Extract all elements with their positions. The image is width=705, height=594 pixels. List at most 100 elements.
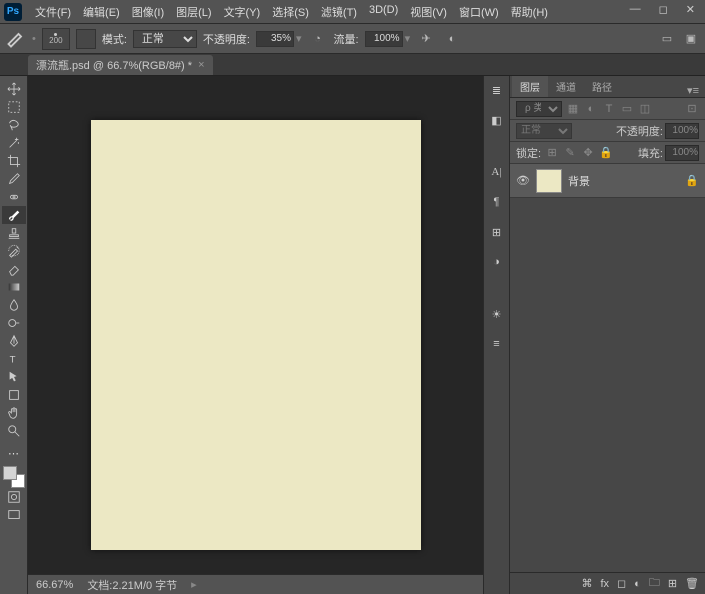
menu-edit[interactable]: 编辑(E) — [78, 2, 125, 22]
zoom-tool[interactable] — [2, 422, 26, 440]
tab-channels[interactable]: 通道 — [548, 76, 584, 97]
color-panel-icon[interactable]: ◑ — [487, 252, 507, 272]
hand-tool[interactable] — [2, 404, 26, 422]
canvas-area[interactable]: 66.67% 文档:2.21M/0 字节 ▸ — [28, 76, 483, 594]
visibility-icon[interactable]: 👁 — [516, 174, 530, 187]
layer-fx-icon[interactable]: fx — [600, 578, 609, 590]
fill-input[interactable] — [665, 145, 699, 161]
menu-image[interactable]: 图像(I) — [127, 2, 169, 22]
airbrush-icon[interactable]: ✈ — [416, 29, 436, 49]
document-tab[interactable]: 漂流瓶.psd @ 66.7%(RGB/8#) * × — [28, 55, 213, 75]
layer-blend-select[interactable]: 正常 — [516, 123, 572, 139]
blend-mode-select[interactable]: 正常 — [133, 30, 197, 48]
new-layer-icon[interactable]: ⊞ — [668, 577, 677, 590]
layer-name[interactable]: 背景 — [568, 173, 679, 189]
menu-help[interactable]: 帮助(H) — [506, 2, 553, 22]
layer-lock-row: 锁定: ⊞ ✎ ✥ 🔒 填充: — [510, 142, 705, 164]
maximize-button[interactable]: ◻ — [655, 3, 672, 16]
dodge-tool[interactable] — [2, 314, 26, 332]
brush-preset-picker[interactable]: 200 — [42, 28, 70, 50]
lock-transparent-icon[interactable]: ⊞ — [545, 146, 559, 160]
menu-view[interactable]: 视图(V) — [405, 2, 452, 22]
path-select-tool[interactable] — [2, 368, 26, 386]
filter-adjust-icon[interactable]: ◐ — [584, 102, 598, 116]
paragraph-panel-icon[interactable]: ¶ — [487, 192, 507, 212]
shape-tool[interactable] — [2, 386, 26, 404]
lasso-tool[interactable] — [2, 116, 26, 134]
blur-tool[interactable] — [2, 296, 26, 314]
panel-menu-icon[interactable]: ▾≡ — [681, 84, 705, 97]
history-brush-tool[interactable] — [2, 242, 26, 260]
eyedropper-tool[interactable] — [2, 170, 26, 188]
layer-mask-icon[interactable]: ◻ — [617, 577, 626, 590]
quickmask-tool[interactable] — [2, 488, 26, 506]
swatches-panel-icon[interactable]: ⊞ — [487, 222, 507, 242]
brush-panel-toggle[interactable] — [76, 29, 96, 49]
healing-tool[interactable] — [2, 188, 26, 206]
lock-pixels-icon[interactable]: ✎ — [563, 146, 577, 160]
lock-all-icon[interactable]: 🔒 — [599, 146, 613, 160]
document-canvas[interactable] — [91, 120, 421, 550]
filter-shape-icon[interactable]: ▭ — [620, 102, 634, 116]
minimize-button[interactable]: — — [626, 3, 645, 16]
menu-select[interactable]: 选择(S) — [267, 2, 314, 22]
app-logo: Ps — [4, 3, 22, 21]
filter-smart-icon[interactable]: ◫ — [638, 102, 652, 116]
screen-mode-tool[interactable] — [2, 506, 26, 524]
filter-type-select[interactable]: ρ 类型 — [516, 101, 562, 117]
tab-paths[interactable]: 路径 — [584, 76, 620, 97]
move-tool[interactable] — [2, 80, 26, 98]
zoom-level[interactable]: 66.67% — [36, 579, 73, 591]
lock-position-icon[interactable]: ✥ — [581, 146, 595, 160]
filter-toggle-icon[interactable]: ⊡ — [685, 102, 699, 116]
opacity-input[interactable] — [256, 31, 294, 47]
type-tool[interactable]: T — [2, 350, 26, 368]
foreground-color[interactable] — [3, 466, 17, 480]
edit-toolbar-icon[interactable]: ⋯ — [2, 444, 26, 462]
layer-blend-row: 正常 不透明度: — [510, 120, 705, 142]
menu-type[interactable]: 文字(Y) — [219, 2, 266, 22]
layer-opacity-label: 不透明度: — [616, 123, 663, 139]
flow-input[interactable] — [365, 31, 403, 47]
title-bar: Ps 文件(F) 编辑(E) 图像(I) 图层(L) 文字(Y) 选择(S) 滤… — [0, 0, 705, 24]
layer-opacity-input[interactable] — [665, 123, 699, 139]
status-menu-icon[interactable]: ▸ — [191, 578, 197, 591]
layer-locked-icon: 🔒 — [685, 174, 699, 187]
eraser-tool[interactable] — [2, 260, 26, 278]
crop-tool[interactable] — [2, 152, 26, 170]
brush-tool[interactable] — [2, 206, 26, 224]
window-controls: — ◻ ✕ — [626, 3, 699, 16]
character-panel-icon[interactable]: A| — [487, 162, 507, 182]
layer-thumbnail[interactable] — [536, 169, 562, 193]
menu-window[interactable]: 窗口(W) — [454, 2, 504, 22]
tab-layers[interactable]: 图层 — [512, 76, 548, 97]
stamp-tool[interactable] — [2, 224, 26, 242]
close-tab-icon[interactable]: × — [198, 59, 204, 71]
close-button[interactable]: ✕ — [682, 3, 699, 16]
pressure-size-icon[interactable]: ◐ — [442, 29, 462, 49]
tool-preset-icon[interactable] — [6, 29, 26, 49]
magic-wand-tool[interactable] — [2, 134, 26, 152]
menu-3d[interactable]: 3D(D) — [364, 2, 403, 22]
link-layers-icon[interactable]: ⌘ — [581, 577, 592, 590]
menu-filter[interactable]: 滤镜(T) — [316, 2, 362, 22]
pen-tool[interactable] — [2, 332, 26, 350]
adjustments-panel-icon[interactable]: ☀ — [487, 304, 507, 324]
pressure-opacity-icon[interactable]: ◔ — [308, 29, 328, 49]
adjustment-layer-icon[interactable]: ◐ — [634, 578, 641, 590]
properties-panel-icon[interactable]: ◧ — [487, 110, 507, 130]
group-icon[interactable]: 🗀 — [649, 574, 660, 593]
history-panel-icon[interactable]: ≣ — [487, 80, 507, 100]
filter-type-icon[interactable]: T — [602, 102, 616, 116]
delete-layer-icon[interactable]: 🗑 — [685, 577, 699, 590]
marquee-tool[interactable] — [2, 98, 26, 116]
filter-pixel-icon[interactable]: ▦ — [566, 102, 580, 116]
panel-expand-icon[interactable]: ▣ — [681, 29, 701, 49]
menu-layer[interactable]: 图层(L) — [171, 2, 216, 22]
styles-panel-icon[interactable]: ≡ — [487, 334, 507, 354]
color-swatches[interactable] — [3, 466, 25, 488]
panel-collapse-icon[interactable]: ▭ — [657, 29, 677, 49]
gradient-tool[interactable] — [2, 278, 26, 296]
menu-file[interactable]: 文件(F) — [30, 2, 76, 22]
layer-row[interactable]: 👁 背景 🔒 — [510, 164, 705, 198]
